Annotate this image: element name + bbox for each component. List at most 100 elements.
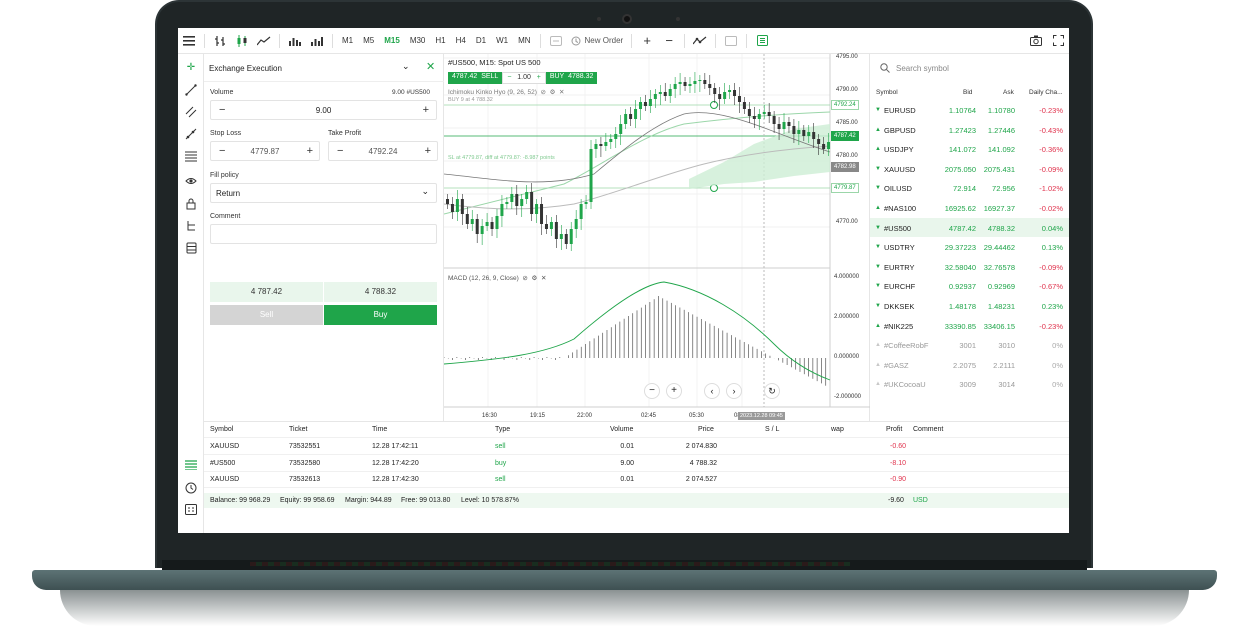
execution-type-select[interactable]: Exchange Execution [209, 64, 282, 73]
watchlist-row[interactable]: ▲ #GASZ 2.2075 2.2111 0% [870, 355, 1069, 375]
history-icon[interactable] [184, 482, 198, 494]
bar-chart-icon[interactable] [209, 28, 231, 54]
indicator-icon[interactable] [689, 28, 711, 54]
grid-icon[interactable] [545, 28, 567, 54]
candle-body [708, 84, 712, 88]
watchlist-row[interactable]: ▲ #UKCocoaU 3009 3014 0% [870, 374, 1069, 394]
watchlist-row[interactable]: ▲ USDJPY 141.072 141.092 -0.36% [870, 139, 1069, 159]
timeframe-h4[interactable]: H4 [451, 28, 471, 54]
timeframe-w1[interactable]: W1 [491, 28, 513, 54]
candle-body [688, 84, 692, 86]
volume-bars-icon[interactable] [284, 28, 306, 54]
chart-sell-button[interactable]: 4787.42 SELL [448, 72, 503, 84]
currency: USD [913, 497, 928, 504]
close-icon[interactable]: ✕ [539, 275, 546, 282]
positions-list-icon[interactable] [184, 460, 198, 472]
crosshair-icon[interactable]: ✛ [184, 62, 198, 74]
screenshot-icon[interactable] [1025, 28, 1047, 54]
candle-body [767, 112, 771, 116]
timeframe-m1[interactable]: M1 [337, 28, 358, 54]
fill-policy-select[interactable]: Return ⌄ [210, 183, 437, 203]
watchlist-row[interactable]: ▲ #NAS100 16925.62 16927.37 -0.02% [870, 198, 1069, 218]
watchlist-row[interactable]: ▼ XAUUSD 2075.050 2075.431 -0.09% [870, 159, 1069, 179]
scroll-right-button[interactable]: › [726, 383, 742, 399]
journal-icon[interactable] [184, 504, 198, 516]
candlestick-icon[interactable] [231, 28, 253, 54]
volume-plus-button[interactable]: + [423, 104, 429, 116]
watchlist-row[interactable]: ▲ #NIK225 33390.85 33406.15 -0.23% [870, 316, 1069, 336]
search-input[interactable]: Search symbol [876, 60, 1064, 78]
watchlist-row[interactable]: ▼ USDTRY 29.37223 29.44462 0.13% [870, 237, 1069, 257]
zoom-out-icon[interactable]: − [658, 28, 680, 54]
one-click-trading-icon[interactable] [306, 28, 328, 54]
close-icon[interactable]: ✕ [557, 89, 564, 96]
buy-button[interactable]: Buy [324, 305, 437, 325]
hide-icon[interactable]: ⊘ [521, 275, 527, 282]
position-row[interactable]: #US500 73532580 12.28 17:42:20 buy 9.00 4 788… [204, 456, 1069, 472]
watchlist-row[interactable]: ▼ EURTRY 32.58040 32.76578 -0.09% [870, 257, 1069, 277]
timeframe-m5[interactable]: M5 [358, 28, 379, 54]
watchlist-row[interactable]: ▲ #CoffeeRobF 3001 3010 0% [870, 335, 1069, 355]
candle-body [460, 199, 464, 214]
settings-icon[interactable]: ⚙ [548, 89, 556, 96]
position-row[interactable]: XAUUSD 73532613 12.28 17:42:30 sell 0.01 2 07… [204, 472, 1069, 488]
candle-body [678, 82, 682, 84]
chart-canvas[interactable] [444, 54, 870, 421]
reset-chart-button[interactable]: ↻ [764, 383, 780, 399]
take-profit-stepper[interactable]: − 4792.24 + [328, 141, 438, 161]
stop-loss-stepper[interactable]: − 4779.87 + [210, 141, 320, 161]
zoom-in-button[interactable]: + [666, 383, 682, 399]
lock-icon[interactable] [184, 198, 198, 210]
channel-icon[interactable] [184, 106, 198, 118]
watchlist-row[interactable]: ▼ #US500 4787.42 4788.32 0.04% [870, 217, 1069, 238]
arrow-down-icon: ▼ [875, 185, 881, 192]
timeframe-d1[interactable]: D1 [471, 28, 491, 54]
comment-input[interactable] [210, 224, 437, 244]
column-daily-change: Daily Cha... [1029, 89, 1063, 96]
trendline-icon[interactable] [184, 84, 198, 96]
chevron-down-icon[interactable]: ⌄ [402, 61, 410, 72]
timeframe-h1[interactable]: H1 [430, 28, 450, 54]
close-icon[interactable]: ✕ [426, 60, 435, 73]
watchlist-row[interactable]: ▼ EURUSD 1.10764 1.10780 -0.23% [870, 100, 1069, 120]
bid-ask-row: 4 787.42 4 788.32 [210, 282, 437, 302]
line-chart-icon[interactable] [253, 28, 275, 54]
candle-body [485, 222, 489, 226]
chart-buy-button[interactable]: BUY 4788.32 [545, 72, 598, 84]
eye-icon[interactable] [184, 176, 198, 188]
timeframe-m30[interactable]: M30 [405, 28, 431, 54]
watchlist-row[interactable]: ▼ EURCHF 0.92937 0.92969 -0.67% [870, 276, 1069, 296]
new-order-button[interactable]: New Order [567, 28, 628, 54]
chart-lot-input[interactable]: − 1.00 + [502, 72, 546, 84]
template-icon[interactable] [720, 28, 742, 54]
scroll-left-button[interactable]: ‹ [704, 383, 720, 399]
object-tree-icon[interactable] [184, 220, 198, 232]
sensor-dot [676, 17, 680, 21]
order-list-icon[interactable] [751, 28, 773, 54]
timeframe-m15[interactable]: M15 [379, 28, 405, 54]
settings-icon[interactable]: ⚙ [530, 275, 538, 282]
volume-stepper[interactable]: − 9.00 + [210, 100, 437, 120]
position-volume: 0.01 [620, 443, 634, 450]
position-type: buy [495, 459, 507, 467]
zoom-in-icon[interactable]: + [636, 28, 658, 54]
price-chart[interactable]: #US500, M15: Spot US 500 4787.42 SELL − … [444, 54, 870, 421]
sell-button[interactable]: Sell [210, 305, 323, 325]
watchlist-row[interactable]: ▼ OILUSD 72.914 72.956 -1.02% [870, 178, 1069, 198]
watchlist-row[interactable]: ▲ GBPUSD 1.27423 1.27446 -0.43% [870, 120, 1069, 140]
stop-loss-plus-button[interactable]: + [307, 145, 313, 157]
database-icon[interactable] [184, 242, 198, 254]
price-tick-label: 4780.00 [836, 153, 858, 159]
zoom-out-button[interactable]: − [644, 383, 660, 399]
hide-icon[interactable]: ⊘ [539, 89, 545, 96]
menu-icon[interactable] [178, 28, 200, 54]
fibonacci-icon[interactable] [184, 150, 198, 162]
fullscreen-icon[interactable] [1047, 28, 1069, 54]
ray-icon[interactable] [184, 128, 198, 140]
candle-body [757, 114, 761, 119]
position-row[interactable]: XAUUSD 73532551 12.28 17:42:11 sell 0.01 2 07… [204, 439, 1069, 455]
candle-body [737, 96, 741, 102]
take-profit-plus-button[interactable]: + [425, 145, 431, 157]
watchlist-row[interactable]: ▼ DKKSEK 1.48178 1.48231 0.23% [870, 296, 1069, 316]
timeframe-mn[interactable]: MN [513, 28, 535, 54]
